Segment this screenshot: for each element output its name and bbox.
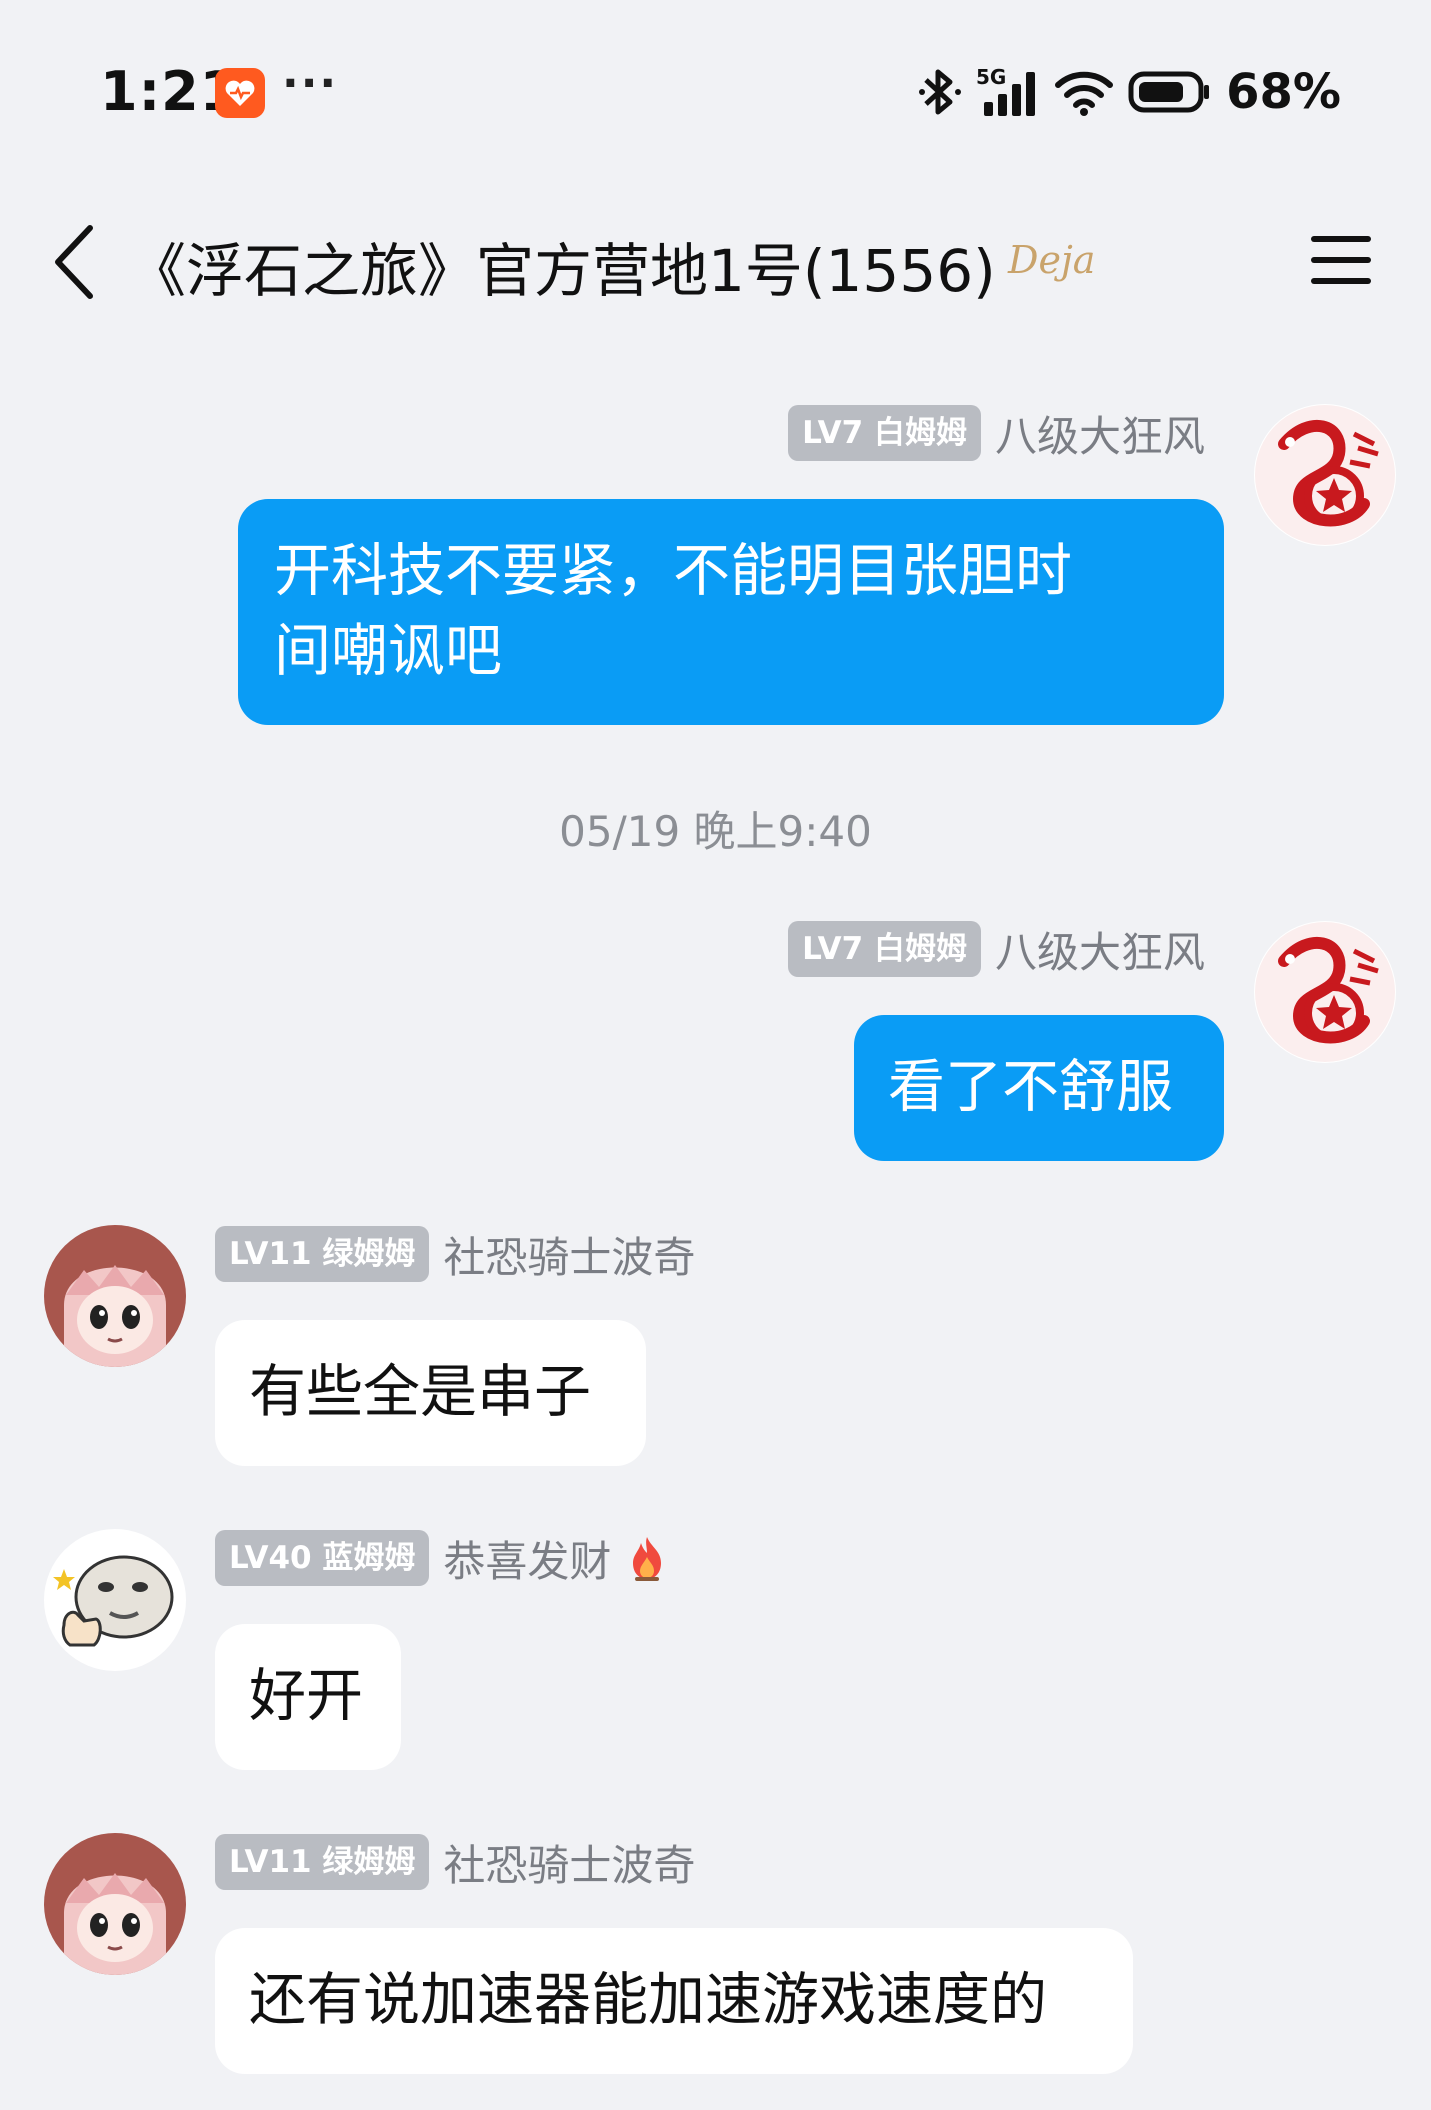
bluetooth-icon: [919, 69, 962, 115]
message-text: 还有说加速器能加速游戏速度的: [249, 1967, 1047, 2033]
level-badge: LV7 白姆姆: [788, 921, 981, 977]
menu-icon[interactable]: [1309, 230, 1373, 290]
fire-icon: [633, 1537, 662, 1581]
sender-name[interactable]: 社恐骑士波奇: [443, 1224, 695, 1285]
message-bubble-incoming[interactable]: 好开: [215, 1624, 401, 1770]
back-chevron-icon[interactable]: [50, 222, 100, 302]
level-badge: LV40 蓝姆姆: [215, 1530, 430, 1586]
avatar-anime-girl[interactable]: [44, 1225, 186, 1367]
time-divider: 05/19 晚上9:40: [559, 807, 872, 856]
message-text-line: 间嘲讽吧: [274, 618, 502, 684]
message-text: 看了不舒服: [888, 1054, 1173, 1120]
status-indicators: 5G 68%: [918, 62, 1341, 122]
sender-name[interactable]: 社恐骑士波奇: [443, 1832, 695, 1893]
heart-pulse-app-icon: [215, 68, 265, 118]
avatar-snake-papercut[interactable]: [1254, 921, 1396, 1063]
message-text: 好开: [249, 1663, 363, 1729]
message-bubble-outgoing[interactable]: 看了不舒服: [854, 1015, 1224, 1161]
more-notifications-icon: ···: [282, 58, 339, 109]
message-meta-2: LV7 白姆姆 八级大狂风: [788, 919, 1205, 979]
wifi-icon: [1055, 71, 1114, 116]
signal-icon: 5G: [976, 65, 1036, 116]
message-text: 有些全是串子: [249, 1359, 591, 1425]
message-meta-3: LV11 绿姆姆 社恐骑士波奇: [215, 1224, 695, 1284]
message-bubble-incoming[interactable]: 有些全是串子: [215, 1320, 646, 1466]
message-bubble-outgoing[interactable]: 开科技不要紧，不能明目张胆时 间嘲讽吧: [238, 499, 1224, 725]
network-type-label: 5G: [976, 65, 1006, 89]
message-bubble-incoming[interactable]: 还有说加速器能加速游戏速度的: [215, 1928, 1133, 2074]
message-text-line: 开科技不要紧，不能明目张胆时: [274, 538, 1072, 604]
sender-name[interactable]: 八级大狂风: [995, 403, 1205, 464]
message-meta-4: LV40 蓝姆姆 恭喜发财: [215, 1528, 669, 1588]
message-meta-5: LV11 绿姆姆 社恐骑士波奇: [215, 1832, 695, 1892]
battery-percentage: 68%: [1226, 64, 1341, 120]
battery-icon: [1128, 71, 1210, 113]
group-badge: Deja: [1008, 238, 1096, 282]
sender-name[interactable]: 八级大狂风: [995, 919, 1205, 980]
avatar-snake-papercut[interactable]: [1254, 404, 1396, 546]
message-meta-1: LV7 白姆姆 八级大狂风: [788, 403, 1205, 463]
level-badge: LV11 绿姆姆: [215, 1226, 430, 1282]
chat-title[interactable]: 《浮石之旅》官方营地1号(1556): [128, 224, 996, 308]
avatar-thumbs-up-meme[interactable]: [44, 1529, 186, 1671]
sender-name[interactable]: 恭喜发财: [443, 1528, 611, 1589]
avatar-anime-girl[interactable]: [44, 1833, 186, 1975]
status-bar: 1:21 ··· 5G 68%: [0, 0, 1431, 190]
level-badge: LV7 白姆姆: [788, 405, 981, 461]
level-badge: LV11 绿姆姆: [215, 1834, 430, 1890]
chat-header: 《浮石之旅》官方营地1号(1556) Deja: [0, 200, 1431, 330]
